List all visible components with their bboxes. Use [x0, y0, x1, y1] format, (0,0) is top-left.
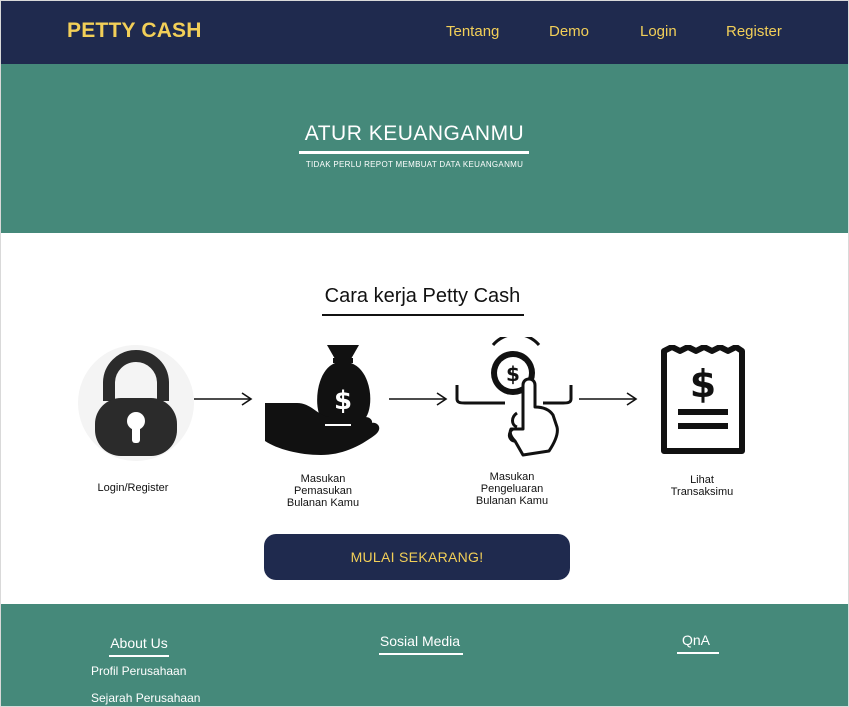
step-label-income-text: Masukan Pemasukan Bulanan Kamu	[286, 473, 360, 509]
lock-icon	[78, 345, 194, 461]
svg-text:$: $	[506, 362, 520, 386]
nav-link-login[interactable]: Login	[640, 23, 677, 40]
arrow-right-icon	[579, 392, 638, 406]
page-frame: PETTY CASH Tentang Demo Login Register A…	[0, 0, 849, 707]
footer-qna-underline	[677, 652, 719, 654]
start-now-button[interactable]: MULAI SEKARANG!	[264, 534, 570, 580]
hero-banner: ATUR KEUANGANMU TIDAK PERLU REPOT MEMBUA…	[1, 64, 848, 233]
nav-link-tentang[interactable]: Tentang	[446, 23, 499, 40]
brand-logo[interactable]: PETTY CASH	[67, 19, 202, 43]
footer: About Us Profil Perusahaan Sejarah Perus…	[1, 604, 848, 706]
footer-about-title: About Us	[110, 635, 168, 651]
step-label-transactions-text: Lihat Transaksimu	[670, 474, 734, 498]
arrow-right-icon	[194, 392, 253, 406]
top-navbar: PETTY CASH Tentang Demo Login Register	[1, 1, 848, 64]
hero-title: ATUR KEUANGANMU	[304, 122, 525, 145]
step-label-expense-text: Masukan Pengeluaran Bulanan Kamu	[475, 471, 549, 507]
coin-pay-hand-icon: $	[455, 337, 573, 457]
step-label-income: Masukan Pemasukan Bulanan Kamu	[253, 473, 393, 509]
hero-title-underline	[299, 151, 529, 154]
nav-link-register[interactable]: Register	[726, 23, 782, 40]
section-title: Cara kerja Petty Cash	[324, 285, 521, 307]
step-label-expense: Masukan Pengeluaran Bulanan Kamu	[442, 471, 582, 507]
arrow-right-icon	[389, 392, 448, 406]
step-label-transactions: Lihat Transaksimu	[632, 474, 772, 498]
nav-link-demo[interactable]: Demo	[549, 23, 589, 40]
footer-qna-title: QnA	[681, 632, 710, 648]
footer-about-underline	[109, 655, 169, 657]
money-bag-hand-icon: $	[265, 345, 380, 455]
step-label-login: Login/Register	[97, 482, 169, 494]
footer-social-underline	[379, 653, 463, 655]
footer-link-profil[interactable]: Profil Perusahaan	[91, 664, 186, 678]
receipt-icon: $	[661, 345, 745, 454]
section-title-underline	[322, 314, 524, 316]
footer-social-title: Sosial Media	[379, 633, 461, 649]
svg-text:$: $	[334, 386, 352, 416]
svg-text:$: $	[690, 362, 716, 406]
footer-link-sejarah[interactable]: Sejarah Perusahaan	[91, 691, 200, 705]
how-it-works-section: Cara kerja Petty Cash $ $ $ Login/Regist…	[1, 233, 848, 604]
hero-subtitle: TIDAK PERLU REPOT MEMBUAT DATA KEUANGANM…	[305, 160, 524, 169]
